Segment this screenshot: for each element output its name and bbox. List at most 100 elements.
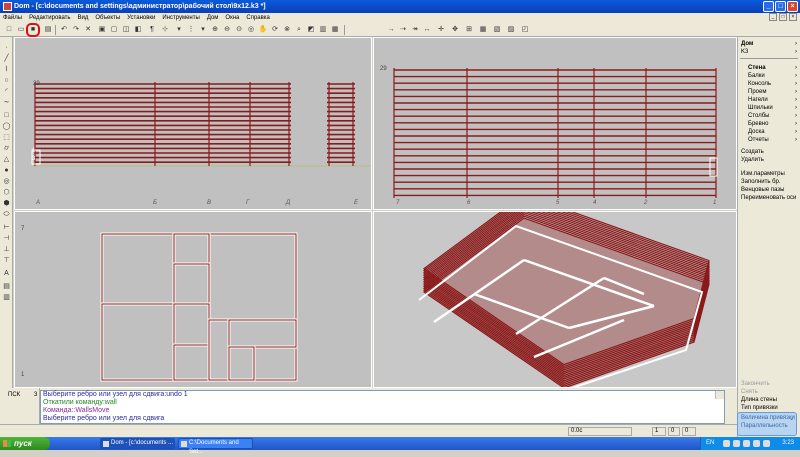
tool-c-icon[interactable]: ▨ bbox=[506, 25, 516, 35]
orbit-icon[interactable]: ⊗ bbox=[282, 25, 292, 35]
panel-item-board[interactable]: Доска bbox=[748, 129, 765, 135]
fill-icon[interactable]: ▥ bbox=[2, 293, 11, 302]
undo-icon[interactable]: ↶ bbox=[59, 25, 69, 35]
arc-icon[interactable]: ◜ bbox=[2, 87, 11, 96]
render-icon[interactable]: ◩ bbox=[306, 25, 316, 35]
move-icon[interactable]: ✥ bbox=[450, 25, 460, 35]
polyline-icon[interactable]: ⌇ bbox=[2, 65, 11, 74]
rotate-icon[interactable]: ⟳ bbox=[270, 25, 280, 35]
tray-icon[interactable] bbox=[733, 440, 740, 447]
task-dom[interactable]: Dom - [c:\documents ... bbox=[100, 438, 175, 449]
task-explorer[interactable]: C:\Documents and Set... bbox=[178, 438, 253, 455]
section-wall[interactable]: Стена bbox=[748, 65, 766, 71]
mdi-restore-button[interactable]: □ bbox=[779, 13, 787, 21]
open-folder-icon[interactable]: ▭ bbox=[16, 25, 26, 35]
panel-item-reports[interactable]: Отчеты bbox=[748, 137, 769, 143]
layers-icon[interactable]: ▥ bbox=[318, 25, 328, 35]
start-button[interactable]: пуск bbox=[0, 437, 50, 450]
menu-settings[interactable]: Установки bbox=[127, 15, 155, 21]
profile-icon[interactable]: ⊣ bbox=[2, 234, 11, 243]
torus-icon[interactable]: ◎ bbox=[2, 177, 11, 186]
menu-help[interactable]: Справка bbox=[246, 15, 270, 21]
prism-icon[interactable]: ⬡ bbox=[2, 188, 11, 197]
maximize-button[interactable]: □ bbox=[775, 1, 786, 12]
line-tool-icon[interactable]: → bbox=[386, 25, 396, 35]
menu-windows[interactable]: Окна bbox=[225, 15, 239, 21]
command-log[interactable]: Выберите ребро или узел для сдвига:undo … bbox=[40, 390, 725, 424]
tray-icon[interactable] bbox=[723, 440, 730, 447]
mdi-close-button[interactable]: × bbox=[789, 13, 797, 21]
delete-icon[interactable]: ✕ bbox=[83, 25, 93, 35]
create-action[interactable]: Создать bbox=[741, 149, 764, 155]
menu-tools[interactable]: Инструменты bbox=[162, 15, 199, 21]
tool-a-icon[interactable]: ▦ bbox=[478, 25, 488, 35]
sphere-icon[interactable]: ● bbox=[2, 166, 11, 175]
viewport-isometric[interactable] bbox=[373, 211, 737, 388]
revolve-icon[interactable]: ⬭ bbox=[2, 210, 11, 219]
panel-item-log[interactable]: Бревно bbox=[748, 121, 768, 127]
snap-type-option[interactable]: Тип привязки bbox=[741, 405, 778, 411]
cone-icon[interactable]: △ bbox=[2, 155, 11, 164]
extrude-icon[interactable]: ⬢ bbox=[2, 199, 11, 208]
beam-icon[interactable]: ⊢ bbox=[2, 223, 11, 232]
snap-alt-dropdown-icon[interactable]: ▾ bbox=[198, 25, 208, 35]
viewport-front-elevation[interactable]: 29 1 3 А Б В Г Д Е bbox=[14, 37, 372, 210]
line-icon[interactable]: ╱ bbox=[2, 54, 11, 63]
tool-b-icon[interactable]: ▧ bbox=[492, 25, 502, 35]
rename-axes-action[interactable]: Переименовать оси bbox=[741, 195, 796, 201]
hatch-icon[interactable]: ▤ bbox=[2, 282, 11, 291]
zoom-out-icon[interactable]: ⊖ bbox=[222, 25, 232, 35]
menu-objects[interactable]: Объекты bbox=[95, 15, 120, 21]
zoom-all-icon[interactable]: ◎ bbox=[246, 25, 256, 35]
view-1-icon[interactable]: ▣ bbox=[97, 25, 107, 35]
panel-item-console[interactable]: Консоль bbox=[748, 81, 771, 87]
crosshair-icon[interactable]: ✛ bbox=[436, 25, 446, 35]
grid-icon[interactable]: ▦ bbox=[330, 25, 340, 35]
redo-icon[interactable]: ↷ bbox=[71, 25, 81, 35]
menu-house[interactable]: Дом bbox=[207, 15, 219, 21]
text-icon[interactable]: A bbox=[2, 269, 11, 278]
panel-item-opening[interactable]: Проем bbox=[748, 89, 766, 95]
tray-icon[interactable] bbox=[753, 440, 760, 447]
language-indicator[interactable]: EN bbox=[706, 437, 714, 450]
ellipse-icon[interactable]: ◯ bbox=[2, 122, 11, 131]
tool-d-icon[interactable]: ◰ bbox=[520, 25, 530, 35]
print-icon[interactable]: ▤ bbox=[43, 25, 53, 35]
panel-item-beams[interactable]: Балки bbox=[748, 73, 765, 79]
cylinder-icon[interactable]: ⌭ bbox=[2, 144, 11, 153]
box-icon[interactable]: ⬚ bbox=[2, 133, 11, 142]
close-button[interactable]: × bbox=[787, 1, 798, 12]
view-4-icon[interactable]: ◧ bbox=[133, 25, 143, 35]
view-2-icon[interactable]: ▢ bbox=[109, 25, 119, 35]
crown-grooves-action[interactable]: Венцовые пазы bbox=[741, 187, 784, 193]
pointer-icon[interactable]: · bbox=[2, 43, 11, 52]
find-icon[interactable]: ⌕ bbox=[294, 25, 304, 35]
snap-mode-icon[interactable]: ⊹ bbox=[160, 25, 170, 35]
view-3-icon[interactable]: ◫ bbox=[121, 25, 131, 35]
minimize-button[interactable]: _ bbox=[763, 1, 774, 12]
viewport-plan[interactable]: 7 1 bbox=[14, 211, 372, 388]
pan-icon[interactable]: ✋ bbox=[258, 25, 268, 35]
zoom-in-icon[interactable]: ⊕ bbox=[210, 25, 220, 35]
spline-icon[interactable]: ∼ bbox=[2, 98, 11, 107]
finish-action[interactable]: Закончить bbox=[741, 381, 770, 387]
rectangle-icon[interactable]: □ bbox=[2, 111, 11, 120]
save-icon[interactable]: ■ bbox=[26, 23, 40, 37]
snap-dropdown-icon[interactable]: ▾ bbox=[174, 25, 184, 35]
polyline-tool-icon[interactable]: ⇢ bbox=[398, 25, 408, 35]
wall-length-option[interactable]: Длина стены bbox=[741, 397, 777, 403]
panel-item-studs[interactable]: Шпильки bbox=[748, 105, 773, 111]
menu-view[interactable]: Вид bbox=[78, 15, 89, 21]
zoom-window-icon[interactable]: ⊙ bbox=[234, 25, 244, 35]
fill-logs-action[interactable]: Заполнить бр. bbox=[741, 179, 781, 185]
tray-icon[interactable] bbox=[763, 440, 770, 447]
grid-toggle-icon[interactable]: ⊞ bbox=[464, 25, 474, 35]
panel-item-dowels[interactable]: Нагели bbox=[748, 97, 768, 103]
command-scrollbar[interactable] bbox=[715, 391, 724, 399]
snap-icon[interactable]: ¶ bbox=[147, 25, 157, 35]
section-icon[interactable]: ⊥ bbox=[2, 245, 11, 254]
dimension-icon[interactable]: ⊤ bbox=[2, 256, 11, 265]
snap-alt-icon[interactable]: ⋮ bbox=[186, 25, 196, 35]
ortho-icon[interactable]: ↔ bbox=[422, 25, 432, 35]
chevron-down-icon[interactable]: ⌄ bbox=[789, 415, 794, 422]
